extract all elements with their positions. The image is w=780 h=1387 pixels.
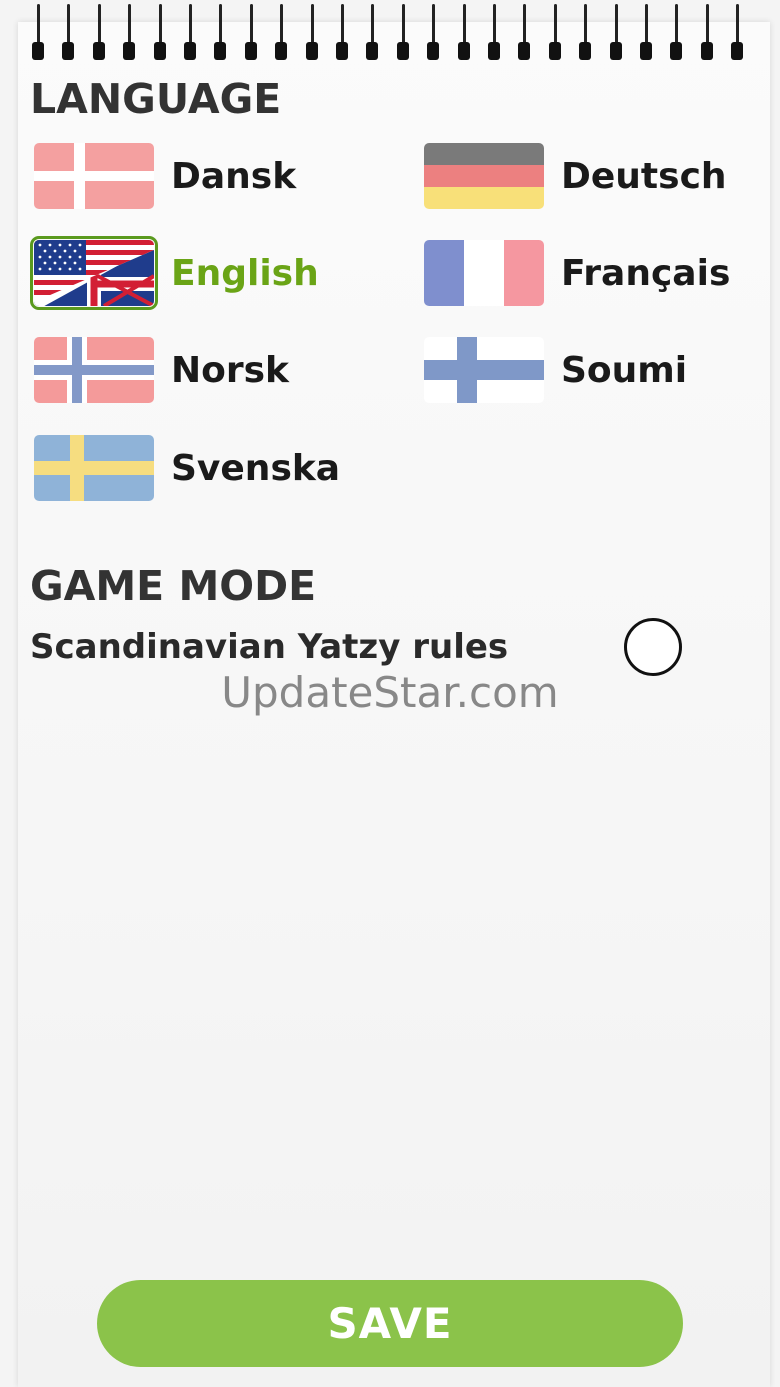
- spiral-ring: [579, 4, 592, 60]
- spiral-ring: [214, 4, 227, 60]
- sweden-flag-icon: [34, 435, 154, 501]
- spiral-ring: [366, 4, 379, 60]
- finland-flag-icon: [424, 337, 544, 403]
- uk-us-flag-icon: [30, 236, 158, 310]
- language-option-dansk[interactable]: Dansk: [34, 139, 296, 213]
- language-option-deutsch[interactable]: Deutsch: [424, 139, 727, 213]
- spiral-ring: [305, 4, 318, 60]
- spiral-ring: [427, 4, 440, 60]
- spiral-ring: [396, 4, 409, 60]
- language-label: Deutsch: [561, 155, 727, 197]
- language-option-svenska[interactable]: Svenska: [34, 431, 340, 505]
- spiral-ring: [609, 4, 622, 60]
- language-label-selected: English: [171, 252, 319, 294]
- language-option-norsk[interactable]: Norsk: [34, 333, 289, 407]
- denmark-flag-icon: [34, 143, 154, 209]
- spiral-ring: [670, 4, 683, 60]
- spiral-ring: [640, 4, 652, 60]
- spiral-ring: [275, 4, 288, 60]
- spiral-ring: [184, 4, 196, 60]
- spiral-ring: [457, 4, 470, 60]
- spiral-ring: [336, 4, 348, 60]
- language-option-soumi[interactable]: Soumi: [424, 333, 687, 407]
- language-section-title: LANGUAGE: [30, 75, 282, 123]
- spiral-ring: [62, 4, 75, 60]
- norway-flag-icon: [34, 337, 154, 403]
- language-option-francais[interactable]: Français: [424, 236, 730, 310]
- spiral-binding: [0, 0, 780, 62]
- save-button[interactable]: SAVE: [97, 1280, 683, 1367]
- spiral-ring: [700, 4, 713, 60]
- spiral-ring: [488, 4, 500, 60]
- spiral-ring: [153, 4, 166, 60]
- spiral-ring: [123, 4, 136, 60]
- watermark-text: UpdateStar.com: [221, 668, 559, 717]
- language-label: Svenska: [171, 447, 341, 489]
- spiral-ring: [32, 4, 44, 60]
- language-label: Soumi: [561, 349, 688, 391]
- language-label: Norsk: [171, 349, 289, 391]
- language-label: Français: [561, 252, 731, 294]
- spiral-ring: [731, 4, 744, 60]
- spiral-ring: [92, 4, 105, 60]
- france-flag-icon: [424, 240, 544, 306]
- scandinavian-rules-label: Scandinavian Yatzy rules: [30, 627, 509, 667]
- language-option-english[interactable]: English: [30, 236, 319, 310]
- game-mode-section-title: GAME MODE: [30, 562, 317, 610]
- germany-flag-icon: [424, 143, 544, 209]
- language-label: Dansk: [171, 155, 297, 197]
- spiral-ring: [548, 4, 561, 60]
- spiral-ring: [244, 4, 257, 60]
- spiral-ring: [518, 4, 531, 60]
